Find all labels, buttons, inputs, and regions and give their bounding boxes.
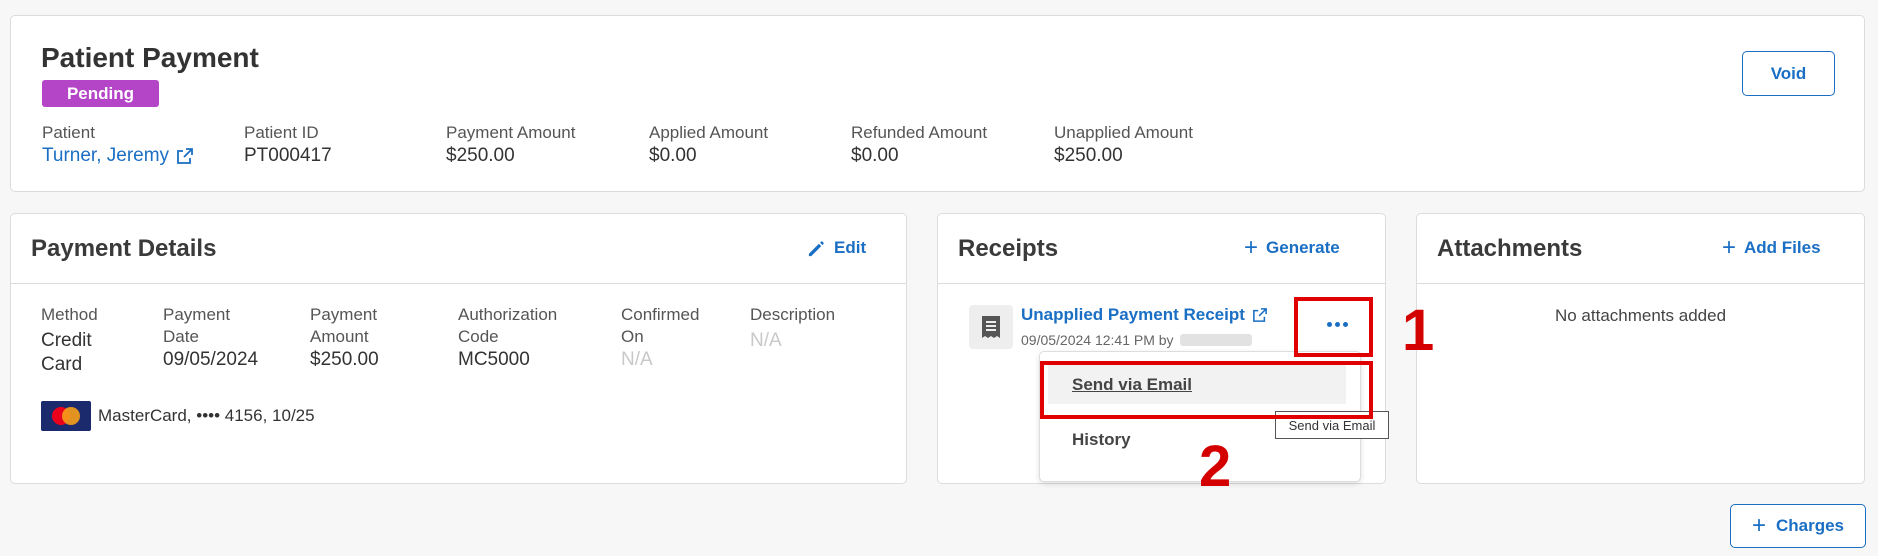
description-field: Description N/A xyxy=(750,304,835,353)
field-value: Credit xyxy=(41,330,92,351)
edit-button[interactable]: Edit xyxy=(807,238,866,258)
field-value: $0.00 xyxy=(851,145,899,166)
annotation-box-2 xyxy=(1040,361,1373,419)
generate-button[interactable]: + Generate xyxy=(1244,234,1340,261)
card-divider xyxy=(11,283,906,284)
field-label: Patient ID xyxy=(244,123,319,142)
receipt-link[interactable]: Unapplied Payment Receipt xyxy=(1021,305,1267,325)
patient-name: Turner, Jeremy xyxy=(42,145,170,166)
field-label: Refunded Amount xyxy=(851,123,988,142)
card-info: MasterCard, •••• 4156, 10/25 xyxy=(41,401,315,431)
card-divider xyxy=(938,283,1385,284)
page-title: Patient Payment xyxy=(41,42,259,73)
field-label: Confirmed xyxy=(621,305,700,324)
field-label: Code xyxy=(458,327,499,346)
field-value: $0.00 xyxy=(649,145,697,166)
payment-date-field: Payment Date 09/05/2024 xyxy=(163,304,258,372)
field-label: Authorization xyxy=(458,305,558,324)
receipt-name: Unapplied Payment Receipt xyxy=(1021,305,1245,324)
receipt-meta-text: 09/05/2024 12:41 PM by xyxy=(1021,332,1174,348)
external-link-icon xyxy=(1252,308,1267,322)
status-badge: Pending xyxy=(42,80,159,107)
card-text: MasterCard, •••• 4156, 10/25 xyxy=(98,406,315,425)
plus-icon: + xyxy=(1722,234,1737,261)
field-label: Patient xyxy=(42,123,95,142)
field-value: N/A xyxy=(750,330,782,351)
annotation-number-1: 1 xyxy=(1402,298,1435,363)
field-label: Method xyxy=(41,305,98,324)
patient-link[interactable]: Turner, Jeremy xyxy=(42,144,193,168)
receipts-title: Receipts xyxy=(958,235,1059,262)
pencil-icon xyxy=(808,240,824,256)
field-label: On xyxy=(621,327,644,346)
applied-amount-field: Applied Amount $0.00 xyxy=(649,122,768,168)
method-field: Method Credit Card xyxy=(41,304,98,377)
receipt-meta: 09/05/2024 12:41 PM by xyxy=(1021,332,1252,348)
external-link-icon xyxy=(177,148,193,164)
field-value: MC5000 xyxy=(458,349,530,370)
refunded-amount-field: Refunded Amount $0.00 xyxy=(851,122,987,168)
edit-label: Edit xyxy=(834,238,867,257)
add-charges-button[interactable]: + Charges xyxy=(1730,504,1866,548)
field-label: Amount xyxy=(310,327,369,346)
field-value: N/A xyxy=(621,349,653,370)
add-files-button[interactable]: + Add Files xyxy=(1722,234,1821,261)
mastercard-icon xyxy=(41,401,91,431)
authorization-code-field: Authorization Code MC5000 xyxy=(458,304,557,372)
field-label: Unapplied Amount xyxy=(1054,123,1193,142)
field-label: Date xyxy=(163,327,199,346)
field-label: Payment Amount xyxy=(446,123,576,142)
payment-details-card: Payment Details Edit Method Credit Card … xyxy=(10,213,907,484)
field-value: $250.00 xyxy=(310,349,379,370)
generate-label: Generate xyxy=(1266,238,1340,257)
unapplied-amount-field: Unapplied Amount $250.00 xyxy=(1054,122,1193,168)
patient-id-field: Patient ID PT000417 xyxy=(244,122,332,168)
field-value: $250.00 xyxy=(446,145,515,166)
charges-label: Charges xyxy=(1775,516,1845,535)
annotation-box-1 xyxy=(1294,297,1373,357)
field-value: PT000417 xyxy=(244,145,332,166)
menu-item-label: History xyxy=(1072,429,1131,449)
field-label: Description xyxy=(750,305,836,324)
annotation-number-2: 2 xyxy=(1199,434,1232,499)
confirmed-on-field: Confirmed On N/A xyxy=(621,304,699,372)
empty-state-text: No attachments added xyxy=(1554,306,1727,325)
payment-details-title: Payment Details xyxy=(31,235,217,262)
void-button[interactable]: Void xyxy=(1742,51,1835,96)
field-value: Card xyxy=(41,354,83,375)
payment-amount-field: Payment Amount $250.00 xyxy=(446,122,575,168)
payment-amount-detail-field: Payment Amount $250.00 xyxy=(310,304,379,372)
patient-field: Patient Turner, Jeremy xyxy=(42,122,193,168)
card-divider xyxy=(1417,283,1864,284)
payment-header-card: Patient Payment Pending Void Patient Tur… xyxy=(10,15,1865,192)
receipt-icon xyxy=(969,305,1013,349)
field-value: 09/05/2024 xyxy=(163,349,259,370)
attachments-card: Attachments + Add Files No attachments a… xyxy=(1416,213,1865,484)
field-value: $250.00 xyxy=(1054,145,1123,166)
add-files-label: Add Files xyxy=(1744,238,1821,257)
plus-icon: + xyxy=(1244,234,1259,261)
field-label: Payment xyxy=(310,305,378,324)
redacted-user xyxy=(1179,334,1252,346)
attachments-title: Attachments xyxy=(1437,235,1583,262)
field-label: Payment xyxy=(163,305,231,324)
field-label: Applied Amount xyxy=(649,123,769,142)
plus-icon: + xyxy=(1751,512,1766,539)
